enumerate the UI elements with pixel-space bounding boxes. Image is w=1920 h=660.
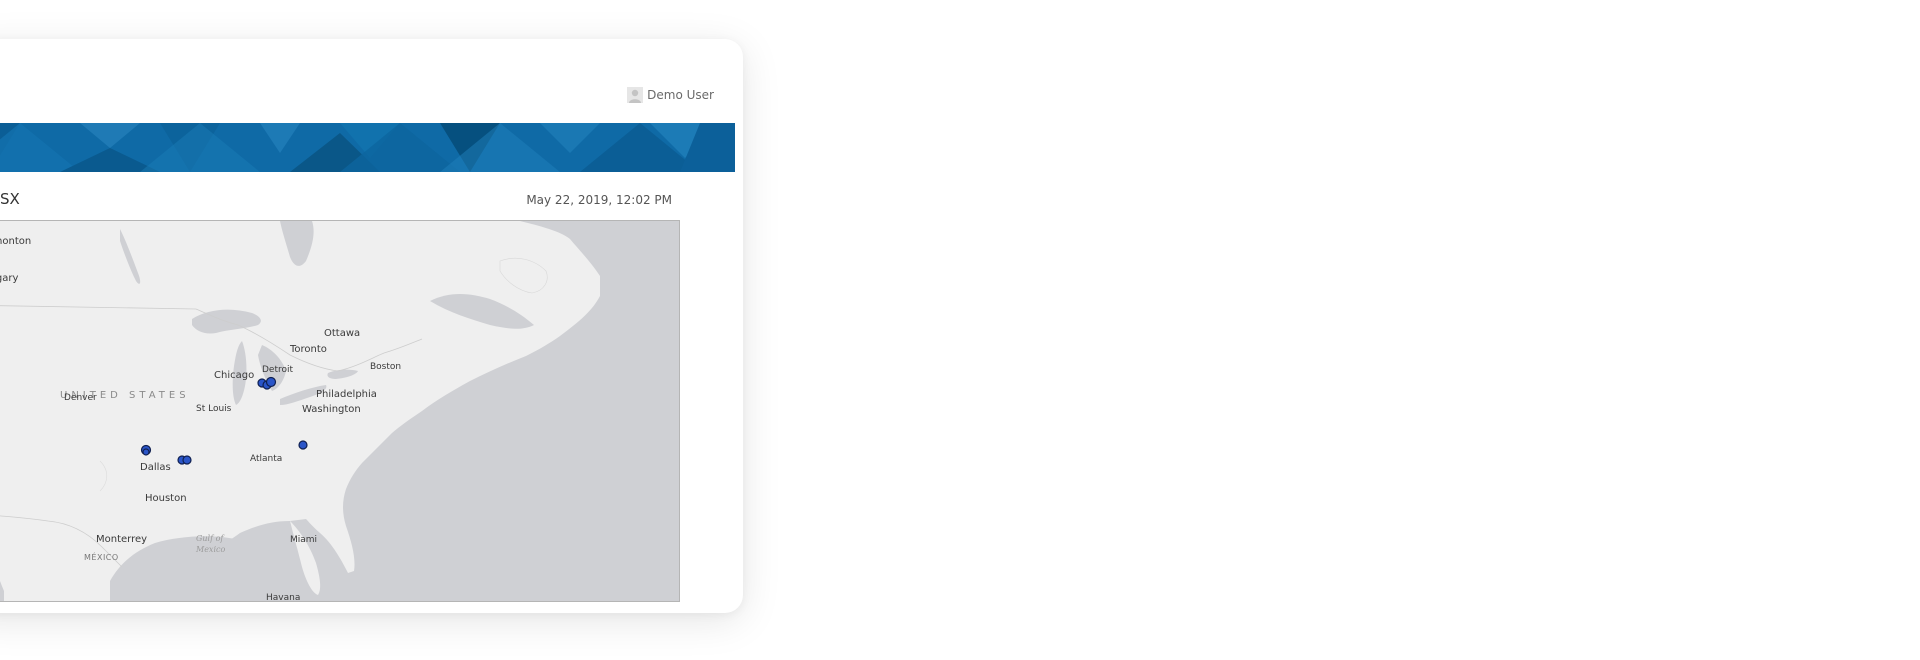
city-label-atlanta: Atlanta (250, 454, 282, 464)
map-marker[interactable] (182, 455, 192, 465)
timestamp: May 22, 2019, 12:02 PM (526, 193, 672, 207)
map-marker[interactable] (265, 376, 277, 388)
city-label-toronto: Toronto (289, 344, 327, 355)
city-label-havana: Havana (266, 593, 300, 601)
city-label-calgary: Calgary (0, 273, 18, 284)
dashboard-card: Demo User SX May 22, 2019, 12:02 PM onto… (0, 39, 743, 613)
city-label-edmonton: Edmonton (0, 236, 31, 247)
city-label-chicago: Chicago (214, 370, 254, 381)
map-marker[interactable] (298, 440, 308, 450)
header-banner (0, 123, 735, 172)
city-label-washington: Washington (302, 404, 361, 415)
map-marker[interactable] (142, 448, 150, 456)
city-label-detroit: Detroit (262, 365, 294, 375)
city-label-boston: Boston (370, 362, 401, 372)
map-view[interactable]: Edmonton Calgary Ottawa Toronto Boston D… (0, 220, 680, 602)
country-label-mexico: MÉXICO (84, 551, 119, 562)
city-label-miami: Miami (290, 535, 317, 545)
city-label-denver: Denver (64, 393, 97, 403)
city-label-monterrey: Monterrey (96, 534, 147, 545)
user-avatar-icon (627, 87, 644, 103)
page-title: SX (0, 190, 20, 208)
city-label-dallas: Dallas (140, 462, 171, 473)
city-label-st-louis: St Louis (196, 404, 232, 414)
water-label-gulf-1: Gulf of (196, 534, 225, 543)
city-label-houston: Houston (145, 493, 187, 504)
city-label-philadelphia: Philadelphia (316, 389, 377, 400)
water-label-gulf-2: Mexico (195, 545, 225, 554)
user-menu[interactable]: Demo User (627, 87, 714, 103)
user-name: Demo User (647, 88, 714, 102)
city-label-ottawa: Ottawa (324, 328, 360, 339)
